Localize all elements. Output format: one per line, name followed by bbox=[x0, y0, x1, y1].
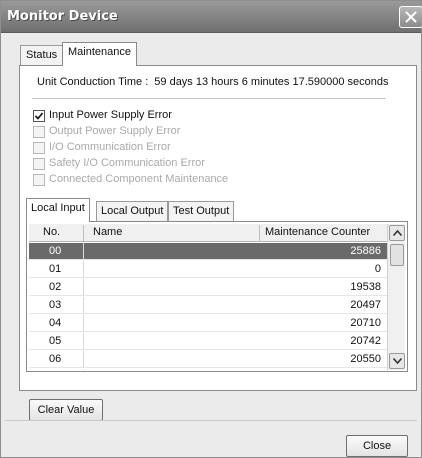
row-name bbox=[83, 279, 84, 296]
checkbox-box[interactable] bbox=[33, 142, 45, 154]
checkbox-label: Safety I/O Communication Error bbox=[49, 157, 205, 169]
checkbox-box[interactable] bbox=[33, 126, 45, 138]
row-name bbox=[83, 351, 84, 368]
checkmark-icon bbox=[34, 112, 44, 120]
chevron-down-icon bbox=[393, 358, 402, 364]
unit-conduction-time: Unit Conduction Time : 59 days 13 hours 6… bbox=[37, 76, 389, 88]
row-no: 00 bbox=[49, 245, 62, 257]
checkbox-box[interactable] bbox=[33, 174, 45, 186]
separator bbox=[32, 98, 386, 99]
table-row[interactable]: 07 20677 bbox=[29, 369, 387, 370]
table-header: No. Name Maintenance Counter bbox=[29, 224, 387, 242]
checkbox-label: Connected Component Maintenance bbox=[49, 173, 229, 185]
row-name bbox=[83, 333, 84, 350]
row-counter: 19538 bbox=[350, 281, 381, 293]
checkbox-box[interactable] bbox=[33, 158, 45, 170]
column-header-maintenance-counter[interactable]: Maintenance Counter bbox=[265, 226, 370, 238]
row-counter: 20742 bbox=[350, 335, 381, 347]
column-header-name[interactable]: Name bbox=[93, 226, 122, 238]
subtab-local-input-label: Local Input bbox=[31, 202, 85, 214]
title-bar: Monitor Device bbox=[1, 1, 422, 33]
table-row[interactable]: 02 19538 bbox=[29, 279, 387, 296]
column-divider[interactable] bbox=[83, 225, 84, 241]
row-counter: 0 bbox=[374, 263, 381, 275]
table-row[interactable]: 06 20550 bbox=[29, 351, 387, 368]
maintenance-panel: Unit Conduction Time : 59 days 13 hours 6… bbox=[19, 65, 417, 391]
row-name bbox=[83, 297, 84, 314]
tab-status[interactable]: Status bbox=[20, 45, 64, 65]
checkbox-label: Output Power Supply Error bbox=[49, 125, 181, 137]
row-no: 02 bbox=[49, 281, 62, 293]
row-name bbox=[83, 369, 84, 370]
footer-separator bbox=[5, 420, 417, 421]
monitor-device-window: Monitor Device Status Maintenance Unit C… bbox=[0, 0, 422, 458]
scroll-up-button[interactable] bbox=[389, 225, 405, 241]
column-divider[interactable] bbox=[259, 225, 260, 241]
clear-value-button[interactable]: Clear Value bbox=[29, 399, 103, 421]
row-name bbox=[83, 243, 84, 260]
close-button-label: Close bbox=[362, 440, 392, 452]
row-name bbox=[83, 315, 84, 332]
subtab-test-output-label: Test Output bbox=[173, 205, 230, 217]
unit-conduction-value: 59 days 13 hours 6 minutes 17.590000 sec… bbox=[154, 76, 389, 88]
table-row[interactable]: 01 0 bbox=[29, 261, 387, 278]
clear-value-label: Clear Value bbox=[37, 404, 95, 416]
subtab-test-output[interactable]: Test Output bbox=[168, 201, 235, 221]
scroll-thumb[interactable] bbox=[390, 244, 404, 266]
row-name bbox=[83, 261, 84, 278]
row-counter: 20710 bbox=[350, 317, 381, 329]
row-counter: 20550 bbox=[350, 353, 381, 365]
row-counter: 25886 bbox=[350, 245, 381, 257]
subtab-local-output-label: Local Output bbox=[101, 205, 164, 217]
column-header-no[interactable]: No. bbox=[43, 226, 60, 238]
scroll-down-button[interactable] bbox=[389, 353, 405, 369]
subtab-local-output[interactable]: Local Output bbox=[96, 201, 169, 221]
row-no: 05 bbox=[49, 335, 62, 347]
row-counter: 20497 bbox=[350, 299, 381, 311]
table-row[interactable]: 05 20742 bbox=[29, 333, 387, 350]
maintenance-counter-table: No. Name Maintenance Counter 00 25886 01… bbox=[26, 221, 408, 372]
tab-maintenance[interactable]: Maintenance bbox=[62, 42, 137, 66]
tab-status-label: Status bbox=[26, 49, 58, 61]
checkbox-label: I/O Communication Error bbox=[49, 141, 171, 153]
subtab-local-input[interactable]: Local Input bbox=[26, 198, 90, 222]
unit-conduction-label: Unit Conduction Time : bbox=[37, 76, 149, 88]
vertical-scrollbar[interactable] bbox=[387, 224, 405, 370]
tab-maintenance-label: Maintenance bbox=[68, 46, 131, 58]
window-close-button[interactable] bbox=[399, 6, 422, 28]
checkbox-box[interactable] bbox=[33, 110, 45, 122]
counter-grid: No. Name Maintenance Counter 00 25886 01… bbox=[29, 224, 387, 370]
close-icon bbox=[405, 11, 417, 23]
window-title: Monitor Device bbox=[7, 9, 118, 24]
row-no: 06 bbox=[49, 353, 62, 365]
row-no: 01 bbox=[49, 263, 62, 275]
row-no: 03 bbox=[49, 299, 62, 311]
chevron-up-icon bbox=[393, 230, 402, 236]
row-no: 04 bbox=[49, 317, 62, 329]
table-row[interactable]: 00 25886 bbox=[29, 243, 387, 260]
checkbox-label: Input Power Supply Error bbox=[49, 109, 172, 121]
close-button[interactable]: Close bbox=[346, 435, 408, 457]
table-row[interactable]: 03 20497 bbox=[29, 297, 387, 314]
table-row[interactable]: 04 20710 bbox=[29, 315, 387, 332]
